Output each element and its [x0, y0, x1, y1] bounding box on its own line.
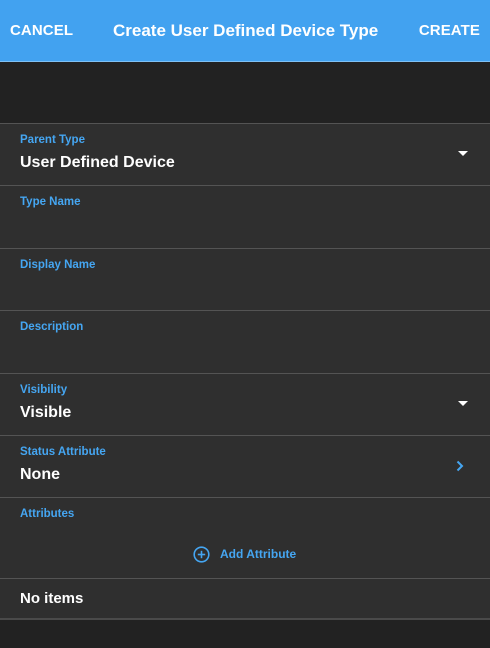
chevron-right-icon[interactable] — [456, 459, 464, 473]
app-header: CANCEL Create User Defined Device Type C… — [0, 0, 490, 62]
parent-type-label: Parent Type — [20, 134, 85, 146]
status-attribute-row[interactable]: Status Attribute None — [0, 435, 490, 497]
page-title: Create User Defined Device Type — [113, 21, 379, 40]
type-name-field[interactable]: Type Name — [0, 185, 490, 247]
parent-type-select[interactable]: Parent Type User Defined Device — [0, 123, 490, 185]
dropdown-caret-icon[interactable] — [458, 401, 468, 406]
add-attribute-button[interactable]: Add Attribute — [193, 545, 296, 563]
dropdown-caret-icon[interactable] — [458, 151, 468, 156]
status-attribute-label: Status Attribute — [20, 446, 106, 458]
empty-state-text: No items — [20, 590, 84, 607]
visibility-select[interactable]: Visibility Visible — [0, 373, 490, 435]
visibility-label: Visibility — [20, 384, 68, 396]
type-name-label: Type Name — [20, 196, 81, 208]
visibility-value: Visible — [20, 404, 72, 421]
bottom-bar — [0, 618, 490, 648]
cancel-button[interactable]: CANCEL — [10, 0, 73, 62]
create-button[interactable]: CREATE — [419, 0, 480, 62]
attributes-label: Attributes — [20, 508, 75, 520]
add-attribute-label: Add Attribute — [220, 547, 297, 561]
toolbar-area — [0, 62, 490, 123]
display-name-field[interactable]: Display Name — [0, 248, 490, 310]
display-name-label: Display Name — [20, 259, 96, 271]
description-label: Description — [20, 321, 84, 333]
parent-type-value: User Defined Device — [20, 154, 175, 171]
attributes-section: Attributes Add Attribute — [0, 497, 490, 578]
description-field[interactable]: Description — [0, 310, 490, 372]
status-attribute-value: None — [20, 466, 60, 483]
attributes-empty-state: No items — [0, 578, 490, 618]
add-circle-icon — [193, 545, 210, 563]
